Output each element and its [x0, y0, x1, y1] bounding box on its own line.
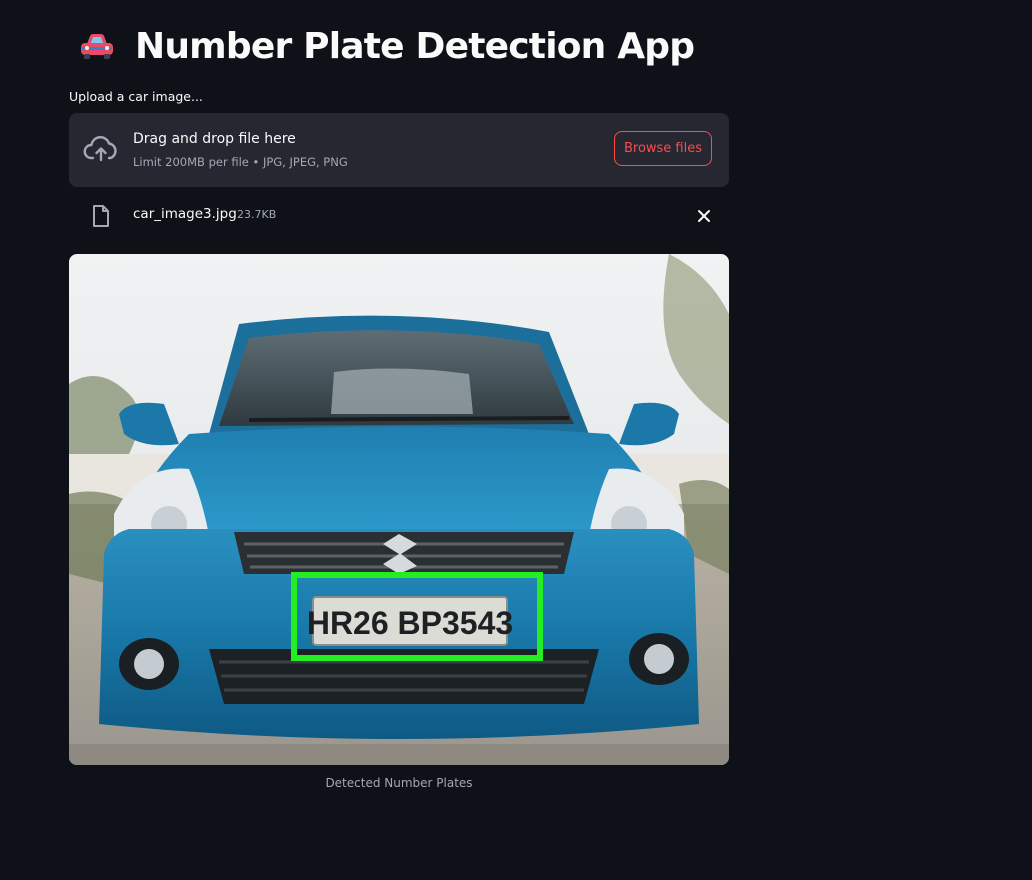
- dropzone-title: Drag and drop file here: [133, 131, 296, 147]
- detected-plate-image: HR26 BP3543: [69, 254, 729, 765]
- browse-files-button[interactable]: Browse files: [614, 131, 712, 166]
- upload-label: Upload a car image...: [69, 89, 203, 104]
- car-photo: HR26 BP3543: [69, 254, 729, 765]
- remove-file-close-icon[interactable]: [695, 207, 713, 225]
- file-dropzone[interactable]: Drag and drop file here Limit 200MB per …: [69, 113, 729, 187]
- plate-text: HR26 BP3543: [307, 605, 513, 641]
- page-header: Number Plate Detection App: [79, 24, 695, 68]
- uploaded-file-name: car_image3.jpg: [133, 206, 237, 222]
- dropzone-limit-text: Limit 200MB per file • JPG, JPEG, PNG: [133, 155, 348, 169]
- car-emoji-icon: [81, 34, 113, 59]
- file-icon: [93, 205, 109, 227]
- uploaded-file-row: car_image3.jpg 23.7KB: [69, 198, 729, 234]
- uploaded-file-size: 23.7KB: [237, 208, 277, 221]
- cloud-upload-icon: [83, 136, 117, 162]
- image-caption: Detected Number Plates: [325, 776, 473, 790]
- page-title: Number Plate Detection App: [135, 25, 695, 67]
